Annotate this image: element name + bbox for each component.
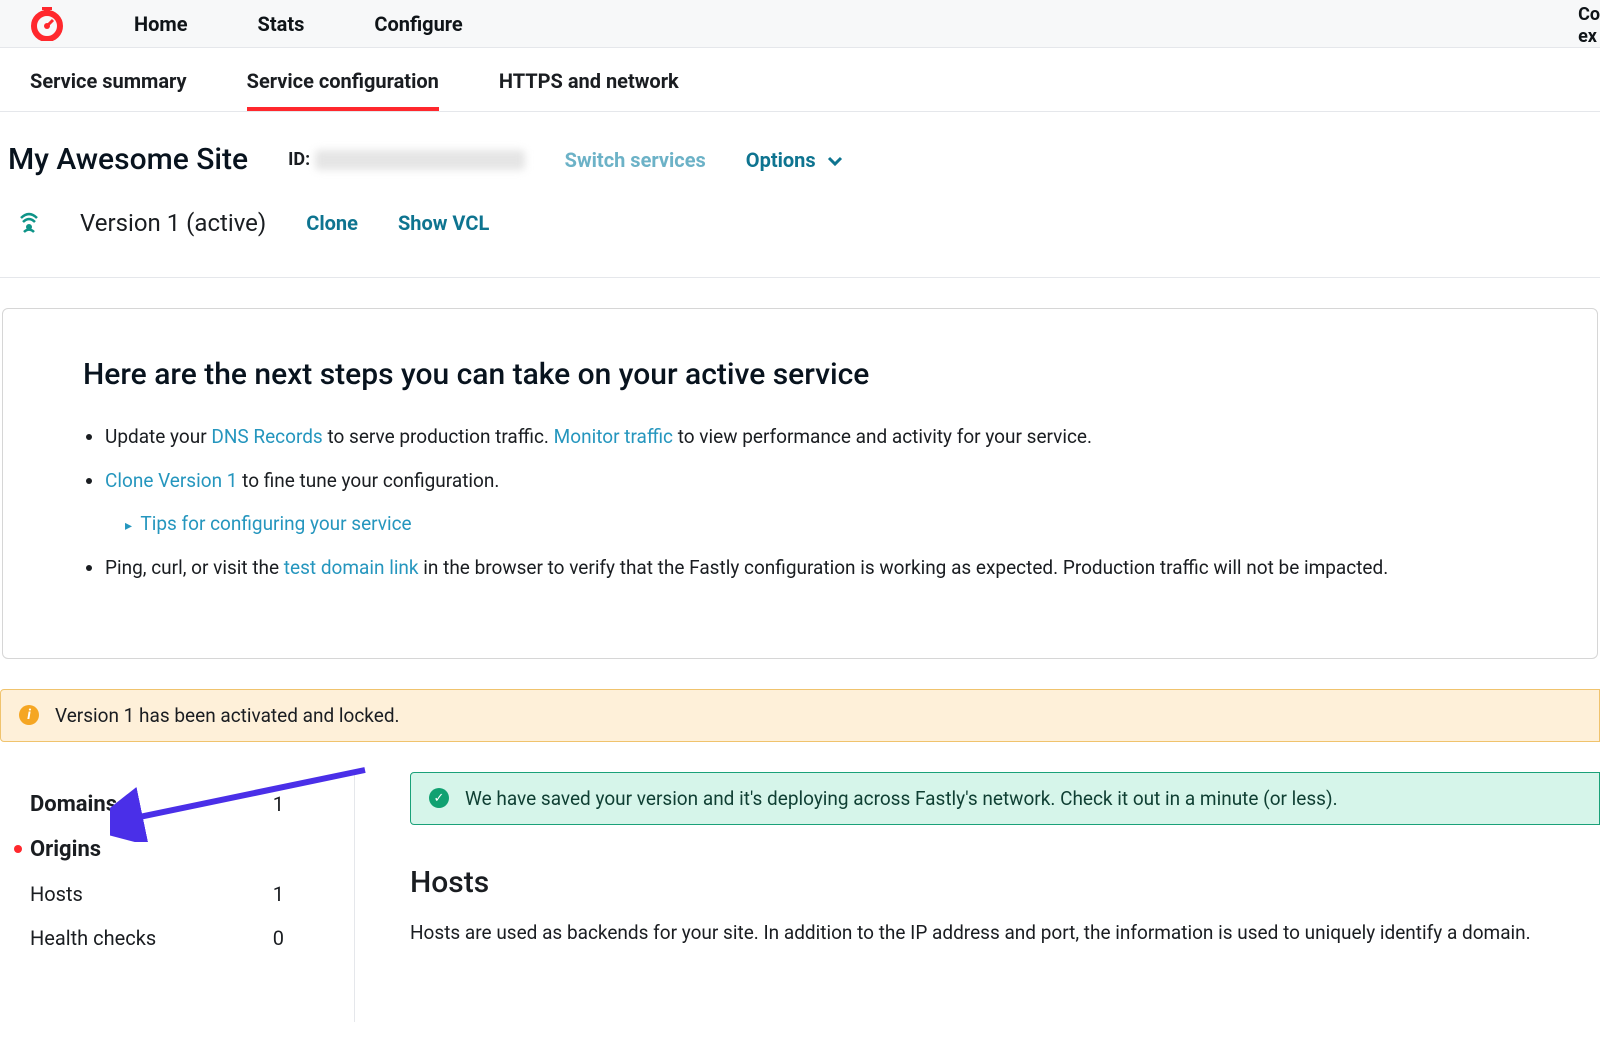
hosts-label: Hosts xyxy=(30,882,83,906)
banner-text: Version 1 has been activated and locked. xyxy=(55,704,400,727)
next-steps-panel: Here are the next steps you can take on … xyxy=(2,308,1598,659)
nav-configure[interactable]: Configure xyxy=(374,12,462,36)
text: to serve production traffic. xyxy=(323,425,554,448)
version-locked-banner: i Version 1 has been activated and locke… xyxy=(0,689,1600,742)
tab-service-summary[interactable]: Service summary xyxy=(30,69,187,111)
version-label: Version 1 (active) xyxy=(80,209,266,237)
tab-https-network[interactable]: HTTPS and network xyxy=(499,69,679,111)
sidebar-item-domains[interactable]: Domains 1 xyxy=(20,782,334,827)
health-checks-label: Health checks xyxy=(30,926,156,950)
next-steps-list: Update your DNS Records to serve product… xyxy=(83,422,1517,584)
sidebar-item-origins[interactable]: Origins xyxy=(20,827,334,872)
nav-right-truncated: Co ex xyxy=(1578,4,1600,47)
id-value-blurred xyxy=(315,150,525,170)
hosts-heading: Hosts xyxy=(410,865,1600,900)
sidebar-item-hosts[interactable]: Hosts 1 xyxy=(20,872,334,916)
tips-row: ▸ Tips for configuring your service xyxy=(125,509,1517,539)
divider xyxy=(0,277,1600,278)
service-row-version: Version 1 (active) Clone Show VCL xyxy=(8,209,1592,237)
broadcast-icon xyxy=(18,212,40,234)
active-indicator-icon xyxy=(14,845,22,853)
health-checks-count: 0 xyxy=(273,926,284,950)
check-icon: ✓ xyxy=(429,788,449,808)
nav-stats[interactable]: Stats xyxy=(258,12,305,36)
id-label: ID: xyxy=(288,149,310,170)
nav-home[interactable]: Home xyxy=(134,12,188,36)
options-label: Options xyxy=(746,148,816,172)
show-vcl-link[interactable]: Show VCL xyxy=(398,211,489,235)
clone-version-link[interactable]: Clone Version 1 xyxy=(105,469,237,492)
origins-label: Origins xyxy=(30,837,101,862)
tips-link[interactable]: Tips for configuring your service xyxy=(140,512,411,535)
info-icon: i xyxy=(19,705,39,725)
monitor-traffic-link[interactable]: Monitor traffic xyxy=(554,425,673,448)
text: Ping, curl, or visit the xyxy=(105,556,284,579)
next-step-2: Clone Version 1 to fine tune your config… xyxy=(105,466,1517,539)
text: to view performance and activity for you… xyxy=(673,425,1092,448)
service-title: My Awesome Site xyxy=(8,142,248,177)
options-dropdown[interactable]: Options xyxy=(746,148,843,172)
fastly-logo-icon xyxy=(30,7,64,41)
caret-right-icon: ▸ xyxy=(125,518,132,534)
domains-label: Domains xyxy=(30,792,117,817)
clone-link[interactable]: Clone xyxy=(306,211,358,235)
top-nav: Home Stats Configure Co ex xyxy=(0,0,1600,48)
chevron-down-icon xyxy=(827,148,843,172)
main-content: ✓ We have saved your version and it's de… xyxy=(355,772,1600,1022)
text: in the browser to verify that the Fastly… xyxy=(419,556,1389,579)
nav-right-line2: ex xyxy=(1578,26,1600,48)
service-header: My Awesome Site ID: Switch services Opti… xyxy=(0,112,1600,257)
service-id: ID: xyxy=(288,149,525,170)
hosts-count: 1 xyxy=(273,882,284,906)
switch-services-link[interactable]: Switch services xyxy=(565,148,706,172)
text: to fine tune your configuration. xyxy=(237,469,499,492)
text: Update your xyxy=(105,425,211,448)
dns-records-link[interactable]: DNS Records xyxy=(211,425,322,448)
next-steps-heading: Here are the next steps you can take on … xyxy=(83,357,1517,392)
sidebar-item-health-checks[interactable]: Health checks 0 xyxy=(20,916,334,960)
config-sidebar: Domains 1 Origins Hosts 1 Health checks … xyxy=(0,772,355,1022)
next-step-1: Update your DNS Records to serve product… xyxy=(105,422,1517,452)
domains-count: 1 xyxy=(273,792,284,816)
hosts-description: Hosts are used as backends for your site… xyxy=(410,918,1600,948)
next-step-3: Ping, curl, or visit the test domain lin… xyxy=(105,553,1517,583)
deploy-success-banner: ✓ We have saved your version and it's de… xyxy=(410,772,1600,825)
nav-right-line1: Co xyxy=(1578,4,1600,26)
service-row-title: My Awesome Site ID: Switch services Opti… xyxy=(8,142,1592,177)
success-text: We have saved your version and it's depl… xyxy=(465,787,1338,810)
lower-area: Domains 1 Origins Hosts 1 Health checks … xyxy=(0,772,1600,1022)
tab-service-configuration[interactable]: Service configuration xyxy=(247,69,439,111)
test-domain-link[interactable]: test domain link xyxy=(284,556,419,579)
sub-tabs: Service summary Service configuration HT… xyxy=(0,48,1600,112)
